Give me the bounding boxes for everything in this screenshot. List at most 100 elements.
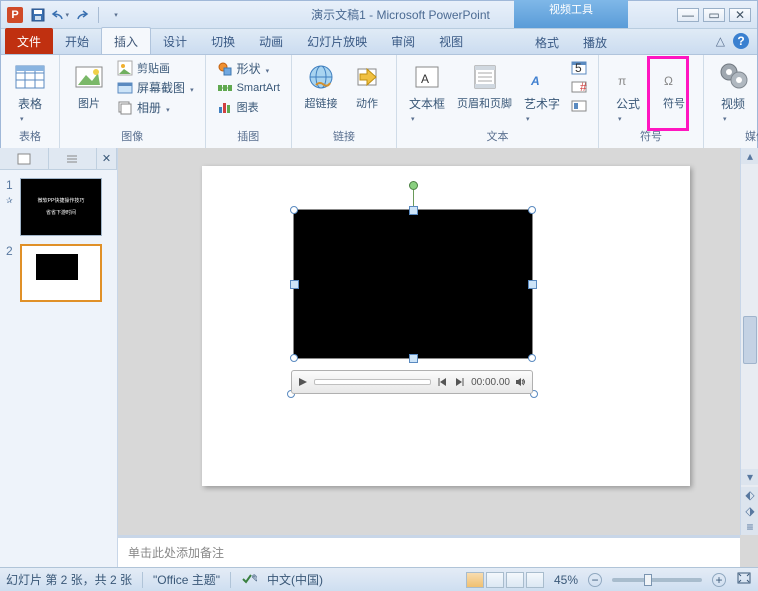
tab-slideshow[interactable]: 幻灯片放映 bbox=[295, 28, 379, 54]
reading-view-button[interactable] bbox=[506, 572, 524, 588]
slidenumber-icon: # bbox=[571, 79, 587, 95]
rotate-handle[interactable] bbox=[409, 181, 418, 190]
video-player-bar: 00:00.00 bbox=[291, 370, 533, 394]
notes-pane[interactable]: 单击此处添加备注 bbox=[118, 535, 740, 567]
slide-thumbnail-2[interactable]: 2 bbox=[0, 240, 117, 306]
sorter-view-button[interactable] bbox=[486, 572, 504, 588]
tab-file[interactable]: 文件 bbox=[5, 28, 53, 54]
statusbar: 幻灯片 第 2 张，共 2 张 "Office 主题" ✎ 中文(中国) 45%… bbox=[0, 567, 758, 591]
prev-frame-button[interactable] bbox=[435, 375, 449, 389]
scroll-thumb[interactable] bbox=[743, 316, 757, 364]
zoom-level-label[interactable]: 45% bbox=[554, 573, 578, 587]
zoom-in-button[interactable]: + bbox=[712, 573, 726, 587]
resize-handle-ne[interactable] bbox=[528, 206, 536, 214]
equation-button[interactable]: π公式▾ bbox=[607, 59, 649, 126]
resize-handle-w[interactable] bbox=[290, 280, 299, 289]
tab-format[interactable]: 格式 bbox=[523, 29, 571, 55]
vertical-scrollbar[interactable]: ▴ ▾ ⬖ ⬗ ≡ bbox=[740, 148, 758, 535]
group-label-media: 媒体 bbox=[712, 126, 758, 146]
next-frame-button[interactable] bbox=[453, 375, 467, 389]
tab-home[interactable]: 开始 bbox=[53, 28, 101, 54]
tab-playback[interactable]: 播放 bbox=[571, 29, 619, 55]
close-button[interactable]: ✕ bbox=[729, 8, 751, 22]
minimize-button[interactable]: — bbox=[677, 8, 699, 22]
datetime-icon: 5 bbox=[571, 60, 587, 76]
qat-customize[interactable]: ▾ bbox=[106, 6, 124, 24]
spellcheck-icon[interactable]: ✎ bbox=[241, 571, 257, 588]
ribbon: 表格▾ 表格 图片 剪贴画 屏幕截图 ▾ 相册 ▾ 图像 形状 ▾ SmartA… bbox=[1, 55, 757, 149]
scroll-down-button[interactable]: ▾ bbox=[741, 469, 758, 485]
screenshot-icon bbox=[117, 80, 133, 96]
hyperlink-icon bbox=[305, 61, 337, 93]
play-button[interactable] bbox=[296, 375, 310, 389]
object-button[interactable] bbox=[568, 97, 590, 115]
resize-handle-e[interactable] bbox=[528, 280, 537, 289]
group-images: 图片 剪贴画 屏幕截图 ▾ 相册 ▾ 图像 bbox=[60, 55, 206, 148]
resize-handle-s[interactable] bbox=[409, 354, 418, 363]
svg-text:#: # bbox=[580, 80, 587, 94]
redo-button[interactable] bbox=[73, 6, 91, 24]
time-display: 00:00.00 bbox=[471, 377, 510, 388]
scroll-up-button[interactable]: ▴ bbox=[741, 148, 758, 164]
textbox-button[interactable]: A文本框▾ bbox=[405, 59, 449, 126]
smartart-button[interactable]: SmartArt bbox=[214, 79, 283, 97]
action-button[interactable]: 动作 bbox=[346, 59, 388, 113]
video-button[interactable]: 视频▾ bbox=[712, 59, 754, 126]
save-button[interactable] bbox=[29, 6, 47, 24]
resize-handle-n[interactable] bbox=[409, 206, 418, 215]
tab-insert[interactable]: 插入 bbox=[101, 27, 151, 54]
album-button[interactable]: 相册 ▾ bbox=[114, 98, 197, 117]
volume-button[interactable] bbox=[514, 375, 528, 389]
video-object[interactable] bbox=[294, 210, 532, 358]
theme-label: "Office 主题" bbox=[153, 571, 220, 588]
shapes-button[interactable]: 形状 ▾ bbox=[214, 59, 283, 78]
undo-button[interactable]: ▾ bbox=[51, 6, 69, 24]
restore-button[interactable]: ▭ bbox=[703, 8, 725, 22]
fit-window-button[interactable] bbox=[736, 571, 752, 588]
slide-edit-area[interactable]: 00:00.00 ▴ ▾ ⬖ ⬗ ≡ bbox=[118, 148, 758, 567]
hyperlink-button[interactable]: 超链接 bbox=[300, 59, 342, 113]
clipart-button[interactable]: 剪贴画 bbox=[114, 59, 197, 77]
seek-bar[interactable] bbox=[314, 379, 431, 385]
screenshot-button[interactable]: 屏幕截图 ▾ bbox=[114, 78, 197, 97]
zoom-slider-thumb[interactable] bbox=[644, 574, 652, 586]
tab-design[interactable]: 设计 bbox=[151, 28, 199, 54]
tab-transitions[interactable]: 切换 bbox=[199, 28, 247, 54]
slideshow-view-button[interactable] bbox=[526, 572, 544, 588]
zoom-out-button[interactable]: − bbox=[588, 573, 602, 587]
slide-thumbnail-1[interactable]: 1✰ 微软PP快捷操作技巧省省下游时间 bbox=[0, 174, 117, 240]
symbol-button[interactable]: Ω符号 bbox=[653, 59, 695, 113]
outline-tab-icon[interactable] bbox=[49, 148, 98, 169]
scroll-menu-button[interactable]: ≡ bbox=[741, 519, 758, 535]
help-button[interactable]: ? bbox=[733, 33, 749, 49]
picture-button[interactable]: 图片 bbox=[68, 59, 110, 113]
tab-animations[interactable]: 动画 bbox=[247, 28, 295, 54]
resize-handle-se[interactable] bbox=[528, 354, 536, 362]
tables-button[interactable]: 表格▾ bbox=[9, 59, 51, 126]
group-symbols: π公式▾ Ω符号 符号 bbox=[599, 55, 704, 148]
resize-handle-nw[interactable] bbox=[290, 206, 298, 214]
slide-canvas[interactable]: 00:00.00 bbox=[202, 166, 690, 486]
group-label-images: 图像 bbox=[68, 126, 197, 146]
slidenumber-button[interactable]: # bbox=[568, 78, 590, 96]
language-label[interactable]: 中文(中国) bbox=[267, 571, 323, 588]
chart-button[interactable]: 图表 bbox=[214, 98, 283, 116]
minimize-ribbon-icon[interactable]: △ bbox=[716, 34, 725, 48]
slides-tab-icon[interactable] bbox=[0, 148, 49, 169]
prev-slide-button[interactable]: ⬖ bbox=[741, 487, 758, 503]
close-pane-button[interactable]: ✕ bbox=[97, 148, 117, 169]
chart-icon bbox=[217, 99, 233, 115]
datetime-button[interactable]: 5 bbox=[568, 59, 590, 77]
zoom-slider[interactable] bbox=[612, 578, 702, 582]
resize-handle-sw[interactable] bbox=[290, 354, 298, 362]
next-slide-button[interactable]: ⬗ bbox=[741, 503, 758, 519]
normal-view-button[interactable] bbox=[466, 572, 484, 588]
smartart-icon bbox=[217, 80, 233, 96]
video-icon bbox=[717, 61, 749, 93]
tab-view[interactable]: 视图 bbox=[427, 28, 475, 54]
tab-review[interactable]: 审阅 bbox=[379, 28, 427, 54]
headerfooter-button[interactable]: 页眉和页脚 bbox=[453, 59, 516, 113]
wordart-button[interactable]: A艺术字▾ bbox=[520, 59, 564, 126]
picture-icon bbox=[73, 61, 105, 93]
context-tool-label: 视频工具 bbox=[514, 0, 628, 28]
